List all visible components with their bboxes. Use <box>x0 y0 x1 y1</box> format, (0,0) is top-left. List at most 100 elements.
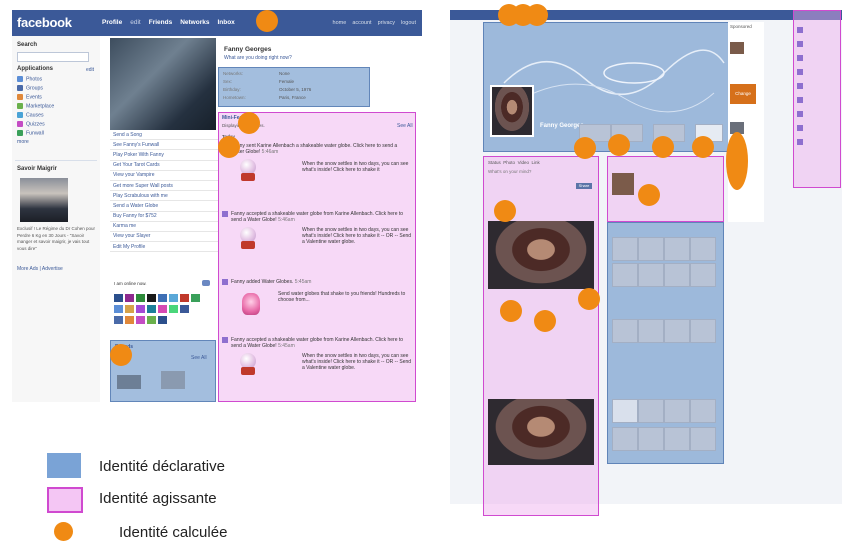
app-icon[interactable] <box>158 305 167 313</box>
feed-see-all[interactable]: See All <box>397 123 413 129</box>
water-globe-image[interactable] <box>238 227 258 251</box>
profile-picture[interactable] <box>110 38 216 130</box>
share-button[interactable]: Share <box>576 183 592 189</box>
facebook-logo[interactable]: facebook <box>17 15 72 30</box>
app-icon[interactable] <box>158 316 167 324</box>
app-icon[interactable] <box>136 294 145 302</box>
action-item[interactable]: Play Scrabulous with me <box>110 191 218 202</box>
action-item[interactable]: Karma me <box>110 222 218 232</box>
app-quizzes[interactable]: Quizzes <box>17 121 97 130</box>
app-icon[interactable] <box>180 294 189 302</box>
nav-home[interactable]: home <box>333 20 347 26</box>
action-item[interactable]: Edit My Profile <box>110 242 218 253</box>
app-photos[interactable]: Photos <box>17 76 97 85</box>
story-text[interactable]: Fanny accepted a shakeable water globe f… <box>231 337 409 349</box>
action-item[interactable]: Send a Water Globe <box>110 201 218 212</box>
nav-account[interactable]: account <box>352 20 371 26</box>
friends-see-all[interactable]: See All <box>191 355 207 361</box>
action-item[interactable]: View your Slayer <box>110 232 218 243</box>
action-item[interactable]: Send a Song <box>110 130 218 141</box>
action-item[interactable]: Get Your Tarot Cards <box>110 161 218 171</box>
ticker-avatar[interactable] <box>797 41 803 47</box>
ticker-avatar[interactable] <box>797 27 803 33</box>
ticker-avatar[interactable] <box>797 97 803 103</box>
friend-thumbnail[interactable] <box>638 263 664 287</box>
app-thumbnail[interactable] <box>638 399 664 423</box>
app-funwall[interactable]: Funwall <box>17 130 97 139</box>
app-icon[interactable] <box>114 294 123 302</box>
app-icon[interactable] <box>180 305 189 313</box>
ad-photo[interactable] <box>20 178 68 222</box>
applications-edit-link[interactable]: edit <box>86 67 94 73</box>
more-link[interactable]: more <box>17 139 97 148</box>
search-input[interactable] <box>17 52 89 62</box>
friend-thumbnail[interactable] <box>638 237 664 261</box>
timeline-photo[interactable] <box>488 221 594 289</box>
status-input[interactable]: What's on your mind? <box>488 169 531 174</box>
friend-thumbnail[interactable] <box>612 237 638 261</box>
story-detail[interactable]: Send water globes that shake to you frie… <box>278 291 408 303</box>
photo-thumbnail[interactable] <box>612 319 638 343</box>
chat-icon[interactable] <box>202 280 210 286</box>
tab-status[interactable]: Status <box>488 160 501 165</box>
ticker-avatar[interactable] <box>797 111 803 117</box>
nav-edit[interactable]: edit <box>130 19 140 26</box>
app-icon[interactable] <box>147 316 156 324</box>
nav-inbox[interactable]: Inbox <box>217 19 234 26</box>
friend-thumbnail[interactable] <box>664 263 690 287</box>
activity-thumbnail[interactable] <box>612 173 634 195</box>
ticker-avatar[interactable] <box>797 125 803 131</box>
story-text[interactable]: Fanny added Water Globes. 5:45am <box>231 279 409 285</box>
action-item[interactable]: Get more Super Wall posts <box>110 181 218 192</box>
app-icon[interactable] <box>125 294 134 302</box>
app-thumbnail[interactable] <box>664 427 690 451</box>
valentine-globe-image[interactable] <box>242 293 260 315</box>
app-icon[interactable] <box>147 305 156 313</box>
ad-text[interactable]: Exclusif ! Le Régime du Dr Cohen pour Pe… <box>17 226 99 252</box>
photo-thumbnail[interactable] <box>664 319 690 343</box>
app-thumbnail[interactable] <box>638 427 664 451</box>
nav-profile[interactable]: Profile <box>102 19 122 26</box>
app-thumbnail[interactable] <box>612 399 638 423</box>
ticker-avatar[interactable] <box>797 139 803 145</box>
app-causes[interactable]: Causes <box>17 112 97 121</box>
tab-video[interactable]: Video <box>518 160 529 165</box>
app-icon[interactable] <box>125 305 134 313</box>
app-icon[interactable] <box>136 316 145 324</box>
story-detail[interactable]: When the snow settles in two days, you c… <box>302 353 412 371</box>
app-icon[interactable] <box>114 316 123 324</box>
friend-thumbnail[interactable] <box>161 371 185 389</box>
story-text[interactable]: Fanny accepted a shakeable water globe f… <box>231 211 409 223</box>
friend-thumbnail[interactable] <box>612 263 638 287</box>
friend-thumbnail[interactable] <box>690 263 716 287</box>
water-globe-image[interactable] <box>238 353 258 377</box>
app-groups[interactable]: Groups <box>17 85 97 94</box>
app-icon[interactable] <box>169 305 178 313</box>
ad-title[interactable]: Savoir Maigrir <box>17 166 57 172</box>
nav-logout[interactable]: logout <box>401 20 416 26</box>
action-item[interactable]: View your Vampire <box>110 171 218 181</box>
nav-privacy[interactable]: privacy <box>378 20 395 26</box>
nav-networks[interactable]: Networks <box>180 19 209 26</box>
friend-thumbnail[interactable] <box>117 375 141 389</box>
change-ad[interactable]: Change <box>730 84 756 104</box>
water-globe-image[interactable] <box>238 159 258 183</box>
story-detail[interactable]: When the snow settles in two days, you c… <box>302 227 412 245</box>
story-detail[interactable]: When the snow settles in two days, you c… <box>302 161 412 173</box>
app-thumbnail[interactable] <box>690 427 716 451</box>
app-marketplace[interactable]: Marketplace <box>17 103 97 112</box>
app-icon[interactable] <box>169 294 178 302</box>
app-thumbnail[interactable] <box>612 427 638 451</box>
app-icon[interactable] <box>147 294 156 302</box>
app-icon[interactable] <box>158 294 167 302</box>
photo-thumbnail[interactable] <box>690 319 716 343</box>
app-icon[interactable] <box>114 305 123 313</box>
action-item[interactable]: Buy Fanny for $752 <box>110 212 218 222</box>
status-prompt[interactable]: What are you doing right now? <box>224 55 292 61</box>
photo-thumbnail[interactable] <box>638 319 664 343</box>
action-item[interactable]: See Fanny's Funwall <box>110 140 218 151</box>
ticker-avatar[interactable] <box>797 55 803 61</box>
story-text[interactable]: Fanny sent Karine Allenbach a shakeable … <box>231 143 409 155</box>
app-thumbnail[interactable] <box>690 399 716 423</box>
tab-link[interactable]: Link <box>532 160 540 165</box>
